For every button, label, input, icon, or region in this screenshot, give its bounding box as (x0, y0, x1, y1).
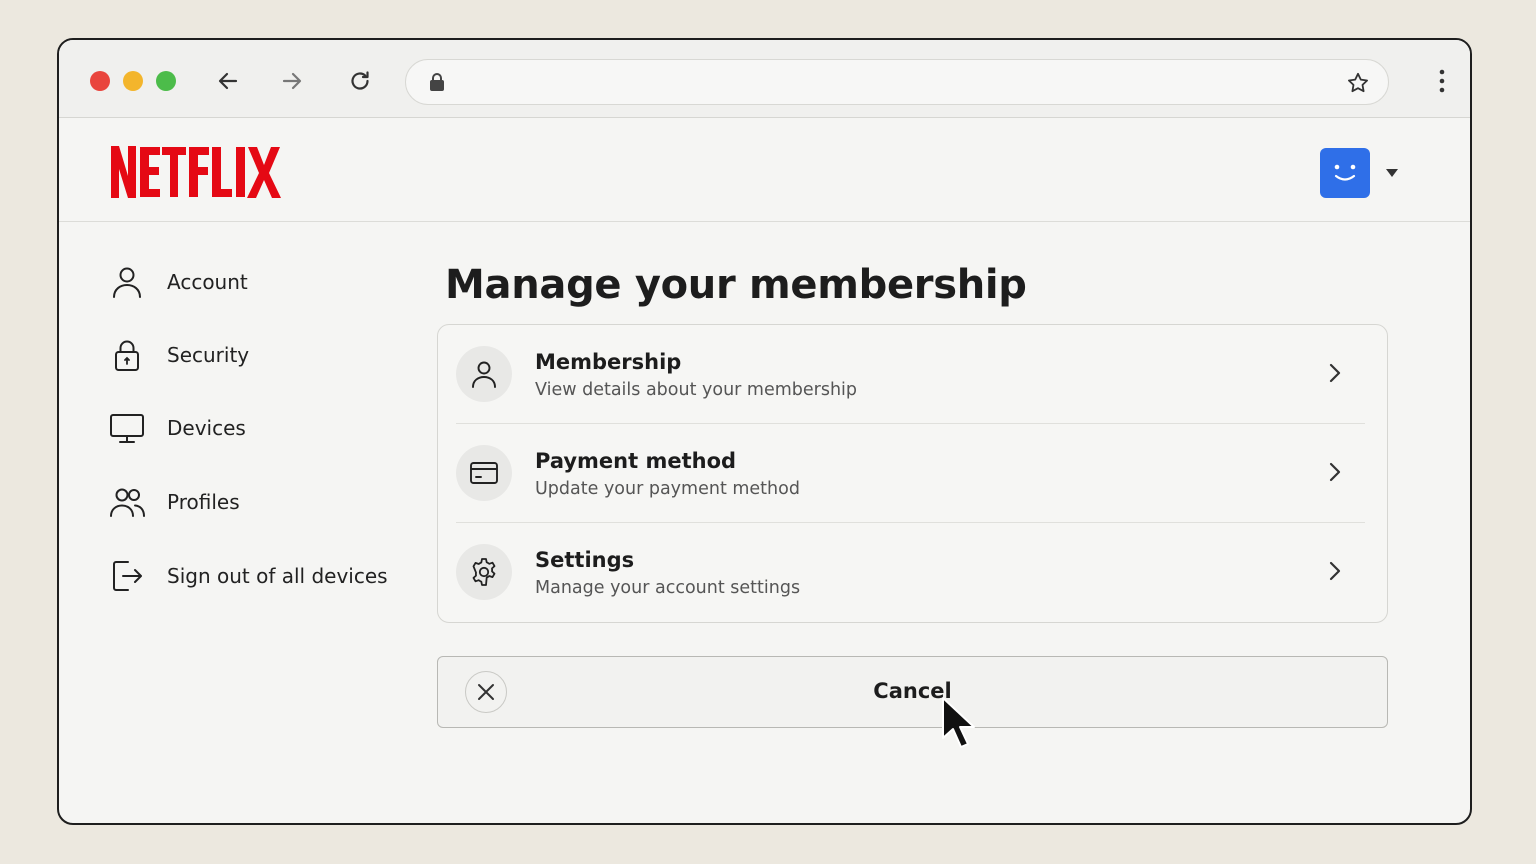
reload-icon (351, 71, 369, 90)
maximize-window-button[interactable] (156, 71, 176, 91)
reload-button[interactable] (344, 65, 376, 97)
sidebar-item-label: Account (167, 270, 248, 294)
chevron-right-icon (1329, 462, 1341, 482)
chevron-down-icon[interactable] (1386, 169, 1398, 177)
site-header (59, 118, 1470, 222)
browser-window: Account Security Devices Profiles Sign o… (57, 38, 1472, 825)
row-membership[interactable]: Membership View details about your membe… (438, 325, 1387, 424)
page-title: Manage your membership (445, 262, 1027, 308)
star-icon[interactable] (1346, 71, 1370, 95)
arrow-right-icon (282, 72, 302, 90)
forward-button[interactable] (276, 65, 308, 97)
row-title: Payment method (535, 449, 737, 473)
cancel-button[interactable]: Cancel (437, 656, 1388, 728)
row-title: Membership (535, 350, 682, 374)
row-subtitle: Update your payment method (535, 479, 800, 499)
membership-options-card: Membership View details about your membe… (437, 324, 1388, 623)
gear-icon (472, 558, 496, 586)
sign-out-icon (113, 561, 142, 591)
person-icon (472, 361, 496, 388)
credit-card-icon (470, 462, 498, 484)
netflix-logo[interactable] (109, 144, 305, 200)
sidebar-item-profiles[interactable]: Profiles (109, 482, 240, 522)
sidebar-item-label: Sign out of all devices (167, 564, 388, 588)
people-icon (110, 488, 145, 517)
lock-icon (115, 340, 139, 371)
sidebar-item-account[interactable]: Account (109, 262, 248, 302)
back-button[interactable] (212, 65, 244, 97)
sidebar-item-label: Profiles (167, 490, 240, 514)
row-icon-container (456, 544, 512, 600)
browser-toolbar (59, 40, 1470, 118)
minimize-window-button[interactable] (123, 71, 143, 91)
more-vert-icon[interactable] (1436, 67, 1448, 95)
sidebar-item-label: Security (167, 343, 250, 367)
smiley-icon (1334, 164, 1356, 181)
profile-menu[interactable] (1320, 148, 1398, 198)
avatar[interactable] (1320, 148, 1370, 198)
row-subtitle: Manage your account settings (535, 578, 801, 598)
url-input[interactable] (458, 70, 1328, 94)
row-payment-method[interactable]: Payment method Update your payment metho… (438, 424, 1387, 523)
person-icon (113, 267, 141, 298)
address-bar[interactable] (405, 59, 1389, 105)
row-subtitle: View details about your membership (535, 380, 858, 400)
sidebar-item-label: Devices (167, 416, 246, 440)
arrow-left-icon (218, 72, 238, 90)
row-icon-container (456, 445, 512, 501)
sidebar-item-security[interactable]: Security (109, 335, 249, 375)
chevron-right-icon (1329, 363, 1341, 383)
cancel-button-label: Cancel (873, 679, 952, 703)
chevron-right-icon (1329, 561, 1341, 581)
row-settings[interactable]: Settings Manage your account settings (438, 523, 1387, 622)
monitor-icon (110, 414, 144, 443)
lock-icon (430, 73, 444, 91)
sidebar-item-sign-out[interactable]: Sign out of all devices (109, 556, 388, 596)
row-title: Settings (535, 548, 635, 572)
mouse-cursor-icon (942, 697, 975, 748)
row-icon-container (456, 346, 512, 402)
sidebar-item-devices[interactable]: Devices (109, 408, 246, 448)
close-window-button[interactable] (90, 71, 110, 91)
